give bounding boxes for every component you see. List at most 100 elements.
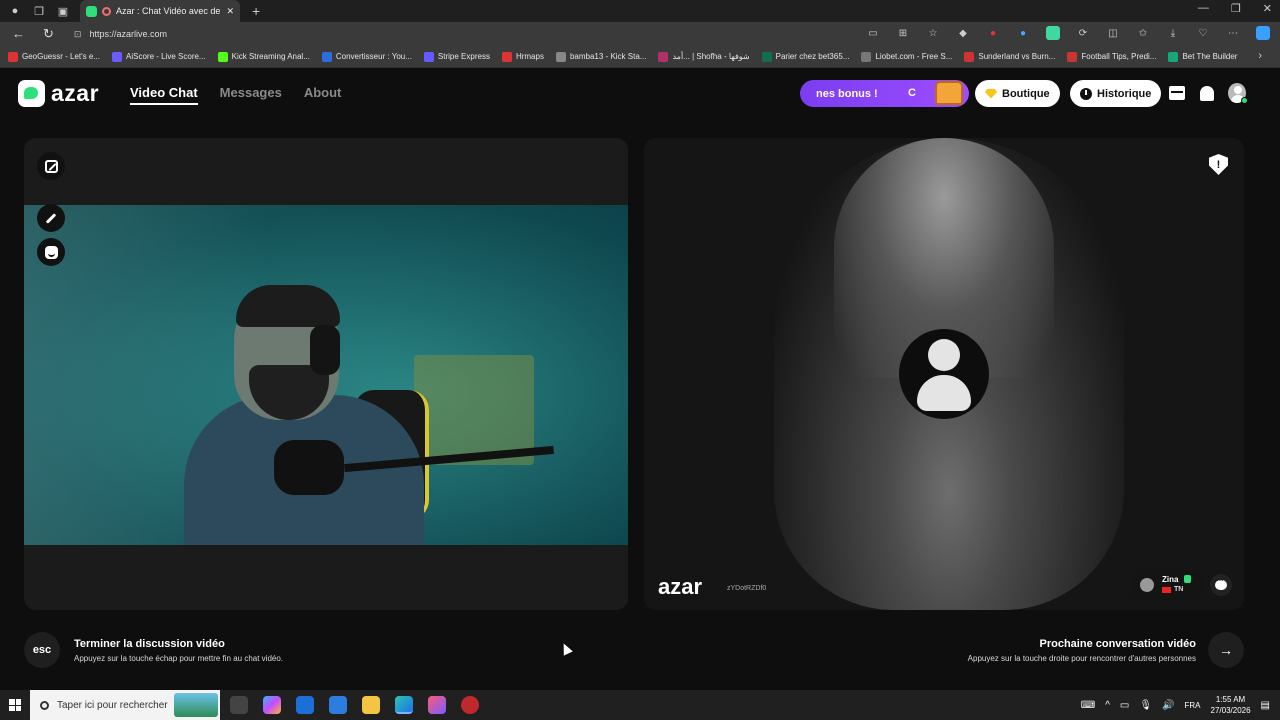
notifications-icon[interactable]: ▤	[1261, 700, 1270, 711]
bonus-suffix: C	[908, 87, 916, 99]
chat-bubble-icon	[1215, 575, 1227, 590]
outlook-icon[interactable]	[296, 696, 314, 714]
historique-label: Historique	[1097, 87, 1152, 100]
expand-button[interactable]	[37, 152, 65, 180]
extension-green-icon[interactable]	[1046, 26, 1060, 40]
tab-actions-icon[interactable]: ▣	[56, 4, 70, 18]
store-app-icon[interactable]	[329, 696, 347, 714]
bookmark-item[interactable]: GeoGuessr - Let's e...	[8, 51, 100, 62]
nav-about[interactable]: About	[304, 85, 342, 105]
azar-logo[interactable]: azar	[18, 80, 99, 107]
favorites-icon[interactable]: ✩	[1136, 26, 1150, 40]
copilot-app-icon[interactable]	[263, 696, 281, 714]
windows-logo-icon	[9, 699, 21, 711]
local-camera-feed	[24, 205, 628, 545]
bookmark-item[interactable]: Kick Streaming Anal...	[217, 51, 310, 62]
bookmark-favicon-icon	[1168, 51, 1179, 62]
bookmark-label: Bet The Builder	[1182, 52, 1238, 61]
search-placeholder: Taper ici pour rechercher	[57, 699, 168, 711]
volume-icon[interactable]: 🔊	[1162, 700, 1174, 711]
bookmark-item[interactable]: AiScore - Live Score...	[112, 51, 206, 62]
chat-button[interactable]	[1210, 574, 1232, 596]
downloads-icon[interactable]: ⤓	[1166, 26, 1180, 40]
beauty-filter-button[interactable]	[37, 204, 65, 232]
bookmark-favicon-icon	[423, 51, 434, 62]
bookmark-item[interactable]: Football Tips, Predi...	[1067, 51, 1156, 62]
nav-video-chat[interactable]: Video Chat	[130, 85, 198, 105]
effects-button[interactable]	[37, 238, 65, 266]
task-view-icon[interactable]	[230, 696, 248, 714]
back-icon[interactable]: ←	[12, 26, 25, 42]
network-icon[interactable]: ▭	[1120, 700, 1129, 711]
taskbar-clock[interactable]: 1:55 AM 27/03/2026	[1211, 694, 1251, 716]
clock-date: 27/03/2026	[1210, 706, 1251, 715]
active-tab[interactable]: Azar : Chat Vidéo avec de n ✕	[80, 0, 240, 22]
copilot-icon[interactable]	[1256, 26, 1270, 40]
bookmark-item[interactable]: Liobet.com - Free S...	[861, 51, 952, 62]
edge-icon[interactable]	[395, 696, 413, 714]
browser-essentials-icon[interactable]: ♡	[1196, 26, 1210, 40]
bookmark-item[interactable]: bamba13 - Kick Sta...	[555, 51, 646, 62]
azar-favicon-icon	[86, 5, 97, 17]
more-bookmarks-icon[interactable]: ›	[1258, 50, 1262, 62]
bookmark-label: أمد... | Shofha - شوفها	[672, 52, 750, 61]
split-screen-icon[interactable]: ◫	[1106, 26, 1120, 40]
refresh-icon[interactable]: ↻	[43, 26, 54, 42]
bookmark-item[interactable]: Parier chez bet365...	[761, 51, 849, 62]
historique-button[interactable]: Historique	[1070, 80, 1162, 107]
profile-icon[interactable]: ●	[8, 4, 22, 18]
install-app-icon[interactable]: ⊞	[896, 26, 910, 40]
language-indicator[interactable]: FRA	[1185, 701, 1201, 710]
profile-avatar[interactable]	[1228, 83, 1248, 104]
app-icon-8[interactable]	[461, 696, 479, 714]
remote-user-chip[interactable]: Zina TN	[1132, 570, 1202, 600]
bookmark-item[interactable]: Stripe Express	[423, 51, 490, 62]
workspaces-icon[interactable]: ❐	[32, 4, 46, 18]
local-video-panel	[24, 138, 628, 610]
more-menu-icon[interactable]: ⋯	[1226, 26, 1240, 40]
favorite-star-icon[interactable]: ☆	[926, 26, 940, 40]
taskbar-search[interactable]: Taper ici pour rechercher	[30, 690, 220, 720]
next-chat-button[interactable]: →	[1208, 632, 1244, 668]
minimize-icon[interactable]: —	[1198, 2, 1209, 15]
new-tab-icon[interactable]: +	[252, 3, 260, 19]
bookmark-favicon-icon	[501, 51, 512, 62]
report-shield-icon[interactable]: !	[1209, 154, 1228, 175]
extension-blue-icon[interactable]: ●	[1016, 26, 1030, 40]
azar-site: azar Video Chat Messages About nes bonus…	[0, 68, 1280, 690]
bookmark-item[interactable]: Convertisseur : You...	[321, 51, 412, 62]
app-icon-7[interactable]	[428, 696, 446, 714]
file-explorer-icon[interactable]	[362, 696, 380, 714]
bookmark-item[interactable]: Sunderland vs Burn...	[964, 51, 1056, 62]
extension-diamond-icon[interactable]: ◆	[956, 26, 970, 40]
microphone-icon[interactable]: 🎙	[1139, 700, 1152, 711]
bookmark-item[interactable]: Hrmaps	[501, 51, 544, 62]
magic-wand-icon	[45, 212, 57, 224]
boutique-label: Boutique	[1002, 87, 1050, 100]
url-field[interactable]: ⊡ https://azarlive.com	[74, 25, 934, 43]
end-chat-title: Terminer la discussion vidéo	[74, 637, 225, 650]
close-window-icon[interactable]: ✕	[1263, 2, 1272, 15]
system-tray: ⌨ ^ ▭ 🎙 🔊 FRA 1:55 AM 27/03/2026 ▤	[1081, 690, 1270, 720]
bookmark-favicon-icon	[964, 51, 975, 62]
cast-icon[interactable]: ▭	[866, 26, 880, 40]
bonus-banner[interactable]: nes bonus ! C	[800, 80, 969, 107]
bell-icon[interactable]	[1198, 84, 1216, 102]
sync-icon[interactable]: ⟳	[1076, 26, 1090, 40]
close-tab-icon[interactable]: ✕	[226, 6, 234, 17]
nav-buttons: ← ↻	[0, 26, 54, 42]
nav-messages[interactable]: Messages	[220, 85, 282, 105]
site-info-icon[interactable]: ⊡	[74, 29, 82, 40]
boutique-button[interactable]: Boutique	[975, 80, 1060, 107]
store-icon[interactable]	[1168, 84, 1186, 102]
bookmark-label: Sunderland vs Burn...	[978, 52, 1056, 61]
end-chat-button[interactable]: esc	[24, 632, 60, 668]
start-button[interactable]	[0, 690, 30, 720]
restore-icon[interactable]: ❐	[1231, 2, 1241, 15]
bookmark-item[interactable]: أمد... | Shofha - شوفها	[658, 51, 750, 62]
bookmark-item[interactable]: Bet The Builder	[1168, 51, 1238, 62]
bookmark-favicon-icon	[217, 51, 228, 62]
show-hidden-icon[interactable]: ^	[1105, 700, 1110, 711]
keyboard-icon[interactable]: ⌨	[1081, 700, 1095, 711]
extension-shield-icon[interactable]: ●	[986, 26, 1000, 40]
